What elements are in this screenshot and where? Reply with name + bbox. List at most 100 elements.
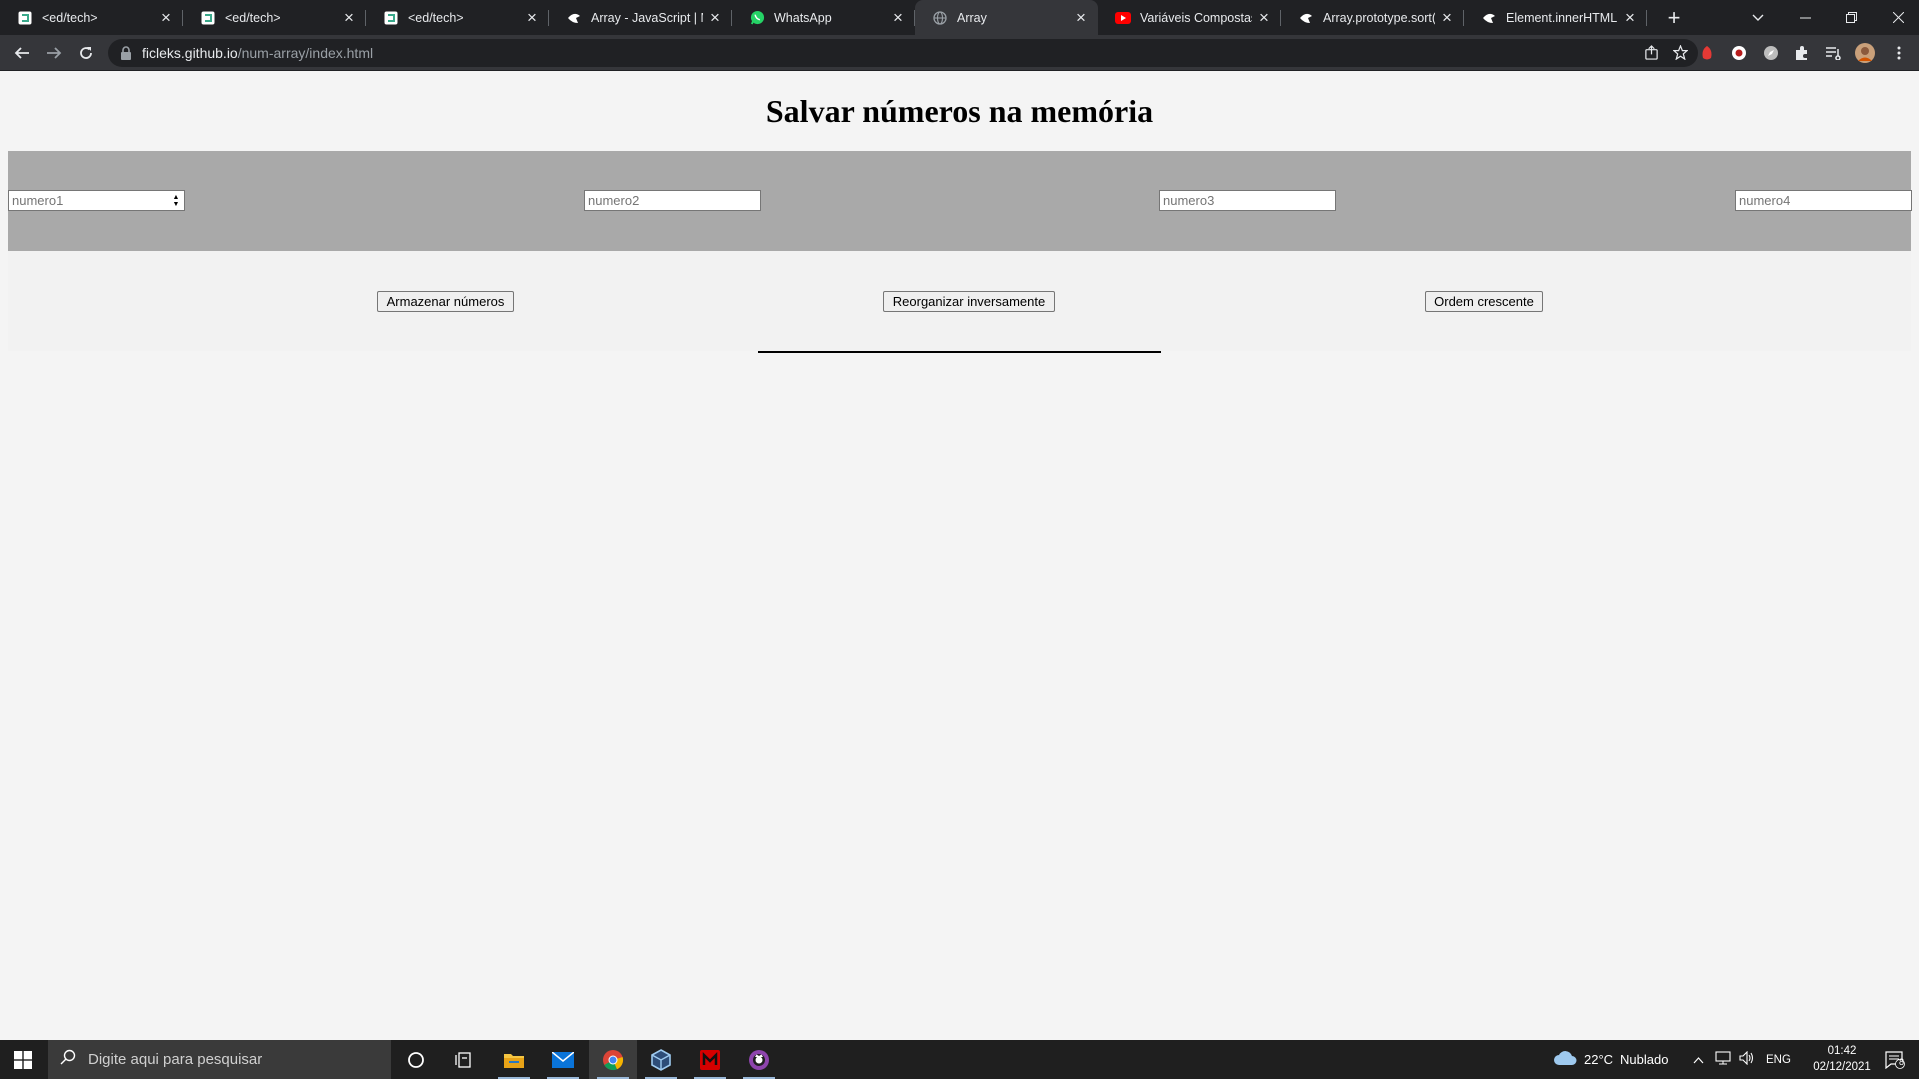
number-spinner-icon[interactable]: ▲ ▼ <box>171 194 181 208</box>
share-icon[interactable] <box>1644 45 1659 65</box>
back-icon[interactable] <box>8 39 36 67</box>
numero3-input[interactable]: numero3 <box>1159 190 1336 211</box>
weather-condition: Nublado <box>1620 1052 1669 1067</box>
close-icon[interactable]: × <box>1618 9 1642 26</box>
notification-count: 8 <box>1899 1057 1905 1067</box>
address-bar[interactable]: ficleks.github.io/num-array/index.html <box>108 39 1698 67</box>
button-section: Armazenar números Reorganizar inversamen… <box>8 251 1911 351</box>
youtube-icon <box>1115 10 1131 26</box>
numero1-input[interactable]: numero1 ▲ ▼ <box>8 190 185 211</box>
tab-youtube[interactable]: Variáveis Compostas - × <box>1098 0 1281 35</box>
windows-start-icon[interactable] <box>0 1040 46 1079</box>
browser-tab-strip: <ed/tech> × <ed/tech> × <ed/tech> × Arra… <box>0 0 1919 35</box>
minimize-icon[interactable] <box>1785 0 1825 35</box>
tab-mdn-array[interactable]: Array - JavaScript | MDN × <box>549 0 732 35</box>
close-icon[interactable]: × <box>1435 9 1459 26</box>
close-icon[interactable]: × <box>154 9 178 26</box>
tab-edtech-3[interactable]: <ed/tech> × <box>366 0 549 35</box>
numero3-placeholder: numero3 <box>1163 193 1215 208</box>
media-queue-icon[interactable] <box>1823 43 1843 63</box>
close-icon[interactable]: × <box>1252 9 1276 26</box>
file-explorer-icon[interactable] <box>490 1040 538 1079</box>
input-section: numero1 ▲ ▼ numero2 numero3 numero4 <box>8 151 1912 251</box>
notification-center-icon[interactable]: 8 <box>1875 1040 1915 1079</box>
task-view-icon[interactable] <box>440 1040 488 1079</box>
close-window-icon[interactable] <box>1877 0 1919 35</box>
tab-title: Array.prototype.sort() <box>1323 10 1435 25</box>
edtech-icon <box>17 10 33 26</box>
bookmark-star-icon[interactable] <box>1672 44 1689 65</box>
clock-time: 01:42 <box>1827 1045 1857 1057</box>
mail-icon[interactable] <box>539 1040 587 1079</box>
volume-icon[interactable] <box>1739 1050 1755 1068</box>
tab-mdn-innerhtml[interactable]: Element.innerHTML - × <box>1464 0 1647 35</box>
mdn-icon <box>1298 10 1314 26</box>
close-icon[interactable]: × <box>520 9 544 26</box>
store-numbers-button[interactable]: Armazenar números <box>377 291 514 312</box>
cloud-icon <box>1553 1050 1577 1069</box>
close-icon[interactable]: × <box>1069 9 1093 26</box>
mega-app-icon[interactable] <box>686 1040 734 1079</box>
github-desktop-icon[interactable] <box>735 1040 783 1079</box>
whatsapp-icon <box>749 10 765 26</box>
tab-title: <ed/tech> <box>225 10 281 25</box>
restore-icon[interactable] <box>1831 0 1871 35</box>
profile-avatar[interactable] <box>1855 43 1875 63</box>
ascending-order-button[interactable]: Ordem crescente <box>1425 291 1543 312</box>
tab-edtech-2[interactable]: <ed/tech> × <box>183 0 366 35</box>
network-icon[interactable] <box>1715 1051 1731 1068</box>
tab-array[interactable]: Array × <box>915 0 1098 35</box>
output-divider <box>758 351 1161 353</box>
weather-widget[interactable]: 22°C Nublado <box>1553 1040 1668 1079</box>
close-icon[interactable]: × <box>337 9 361 26</box>
virtualbox-icon[interactable] <box>637 1040 685 1079</box>
taskbar-search[interactable]: Digite aqui para pesquisar <box>48 1040 391 1079</box>
mdn-icon <box>1481 10 1497 26</box>
chrome-icon[interactable] <box>589 1040 637 1079</box>
globe-icon <box>932 10 948 26</box>
extension-record-icon[interactable] <box>1729 43 1749 63</box>
url-text: ficleks.github.io/num-array/index.html <box>142 45 373 61</box>
search-icon <box>60 1049 76 1070</box>
windows-taskbar: Digite aqui para pesquisar 22°C Nublado <box>0 1040 1919 1079</box>
tab-title: <ed/tech> <box>42 10 98 25</box>
extension-red-icon[interactable] <box>1697 43 1717 63</box>
numero2-input[interactable]: numero2 <box>584 190 761 211</box>
close-icon[interactable]: × <box>886 9 910 26</box>
forward-icon[interactable] <box>40 39 68 67</box>
close-icon[interactable]: × <box>703 9 727 26</box>
tab-title: <ed/tech> <box>408 10 464 25</box>
url-domain: ficleks.github.io <box>142 45 238 61</box>
tab-title: Array - JavaScript | MDN <box>591 10 703 25</box>
browser-toolbar: ficleks.github.io/num-array/index.html <box>0 35 1919 71</box>
tray-icons: ENG <box>1693 1040 1791 1079</box>
cortana-icon[interactable] <box>392 1040 440 1079</box>
clock-date: 02/12/2021 <box>1813 1061 1871 1073</box>
tab-title: WhatsApp <box>774 10 832 25</box>
numero4-placeholder: numero4 <box>1739 193 1791 208</box>
numero4-input[interactable]: numero4 <box>1735 190 1912 211</box>
numero1-placeholder: numero1 <box>12 193 64 208</box>
tab-title: Variáveis Compostas - <box>1140 10 1252 25</box>
tab-title: Array <box>957 10 987 25</box>
numero2-placeholder: numero2 <box>588 193 640 208</box>
extensions-puzzle-icon[interactable] <box>1792 43 1812 63</box>
edtech-icon <box>383 10 399 26</box>
tab-title: Element.innerHTML - <box>1506 10 1618 25</box>
extension-compass-icon[interactable] <box>1761 43 1781 63</box>
new-tab-icon[interactable]: + <box>1654 0 1694 35</box>
tab-edtech-1[interactable]: <ed/tech> × <box>0 0 183 35</box>
system-clock[interactable]: 01:42 02/12/2021 <box>1811 1043 1873 1075</box>
tab-mdn-sort[interactable]: Array.prototype.sort() × <box>1281 0 1464 35</box>
page-title: Salvar números na memória <box>765 93 1154 129</box>
lock-icon[interactable] <box>120 46 132 60</box>
web-page: Salvar números na memória numero1 ▲ ▼ num… <box>0 71 1919 1040</box>
menu-kebab-icon[interactable] <box>1889 43 1909 63</box>
language-indicator[interactable]: ENG <box>1766 1054 1791 1066</box>
reverse-order-button[interactable]: Reorganizar inversamente <box>883 291 1055 312</box>
tab-whatsapp[interactable]: WhatsApp × <box>732 0 915 35</box>
reload-icon[interactable] <box>72 39 100 67</box>
url-path: /num-array/index.html <box>237 45 374 61</box>
tab-search-icon[interactable] <box>1738 0 1778 35</box>
chevron-up-icon[interactable] <box>1693 1052 1711 1067</box>
